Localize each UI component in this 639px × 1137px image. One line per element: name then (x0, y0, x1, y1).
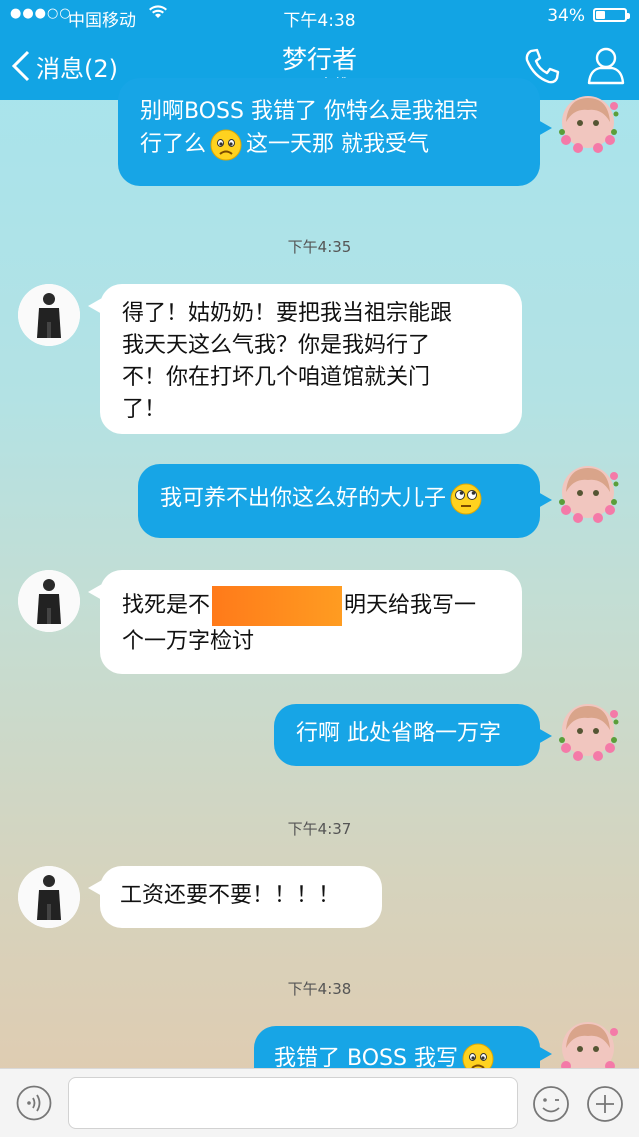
bubble-tail (538, 120, 552, 136)
message-text: 行啊 此处省略一万字 (296, 721, 501, 746)
message-bubble-incoming[interactable]: 找死是不 明天给我写一 个一万字检讨 (100, 570, 522, 674)
message-text: 得了！姑奶奶！要把我当祖宗能跟 (122, 301, 453, 326)
message-text: 个一万字检讨 (122, 629, 255, 654)
status-time: 下午4:38 (283, 11, 356, 31)
rolling-eyes-icon (450, 483, 482, 515)
message-input-bar (0, 1068, 639, 1137)
message-bubble-outgoing[interactable]: 别啊BOSS 我错了 你特么是我祖宗 行了么 这一天那 就我受气 (118, 78, 540, 186)
avatar-image (559, 466, 619, 523)
message-timestamp: 下午4:38 (287, 980, 352, 998)
profile-button[interactable] (586, 44, 626, 86)
redaction-block (212, 586, 343, 626)
message-timestamp: 下午4:35 (287, 238, 352, 256)
battery-level (596, 11, 605, 19)
message-text: 行了么 (140, 132, 207, 157)
message-bubble-incoming[interactable]: 工资还要不要！！！！ (100, 866, 382, 928)
message-bubble-incoming[interactable]: 得了！姑奶奶！要把我当祖宗能跟 我天天这么气我？你是我妈行了 不！你在打坏几个咱… (100, 284, 522, 434)
bubble-tail (538, 1046, 552, 1062)
message-timestamp: 下午4:37 (287, 820, 352, 838)
message-text: 这一天那 就我受气 (246, 132, 430, 157)
message-text: 找死是不 (122, 593, 211, 618)
avatar-image (18, 570, 80, 632)
message-bubble-outgoing[interactable]: 我可养不出你这么好的大儿子 (138, 464, 540, 538)
message-text-line: 找死是不 明天给我写一 (122, 586, 500, 626)
message-text-line: 行了么 这一天那 就我受气 (140, 128, 518, 162)
message-bubble-outgoing[interactable]: 行啊 此处省略一万字 (274, 704, 540, 766)
contact-avatar[interactable] (18, 570, 80, 632)
message-text: 我可养不出你这么好的大儿子 (160, 486, 447, 511)
status-bar: ●●●○○ 中国移动 下午4:38 34% (0, 0, 639, 32)
voice-button[interactable] (16, 1085, 52, 1121)
message-text: 别啊BOSS 我错了 你特么是我祖宗 (140, 99, 478, 124)
bubble-tail (538, 492, 552, 508)
battery-icon (593, 8, 630, 22)
avatar-image (559, 704, 619, 761)
sad-face-icon (210, 129, 242, 161)
my-avatar[interactable] (556, 92, 620, 156)
message-text: 我天天这么气我？你是我妈行了 (122, 333, 431, 358)
avatar-image (559, 96, 619, 153)
plus-icon (587, 1086, 623, 1122)
message-text: 了！ (122, 397, 167, 422)
emoji-button[interactable] (532, 1085, 570, 1123)
battery-nub (627, 13, 630, 19)
contact-avatar[interactable] (18, 866, 80, 928)
contact-avatar[interactable] (18, 284, 80, 346)
battery-percent: 34% (547, 6, 585, 26)
person-icon (587, 47, 625, 85)
avatar-image (18, 284, 80, 346)
voice-icon (16, 1085, 52, 1121)
message-text: 工资还要不要！！！！ (120, 883, 341, 908)
bubble-tail (538, 728, 552, 744)
my-avatar[interactable] (556, 700, 620, 764)
plus-button[interactable] (586, 1085, 624, 1123)
message-text: 不！你在打坏几个咱道馆就关门 (122, 365, 431, 390)
my-avatar[interactable] (556, 462, 620, 526)
message-text: 明天给我写一 (344, 593, 477, 618)
smiley-icon (533, 1086, 569, 1122)
message-input[interactable] (68, 1077, 518, 1129)
avatar-image (18, 866, 80, 928)
